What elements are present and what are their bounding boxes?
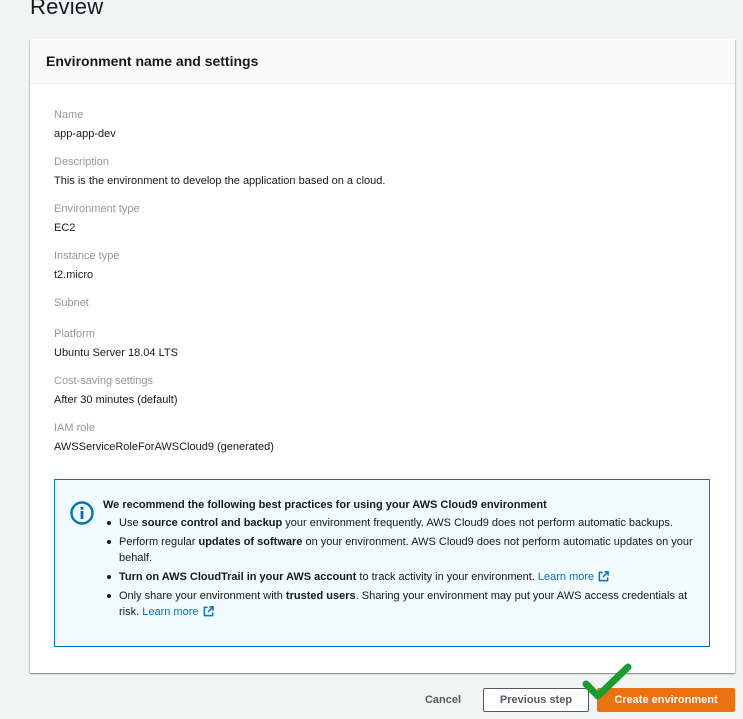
field-instance-type: Instance type t2.micro	[54, 250, 119, 281]
field-value: app-app-dev	[54, 128, 116, 140]
field-value: AWSServiceRoleForAWSCloud9 (generated)	[54, 441, 274, 453]
field-value: This is the environment to develop the a…	[54, 175, 386, 187]
field-iam-role: IAM role AWSServiceRoleForAWSCloud9 (gen…	[54, 422, 274, 453]
field-value: Ubuntu Server 18.04 LTS	[54, 347, 178, 359]
list-item: Only share your environment with trusted…	[103, 588, 695, 620]
field-label: IAM role	[54, 422, 95, 434]
external-link-icon[interactable]	[203, 606, 214, 617]
learn-more-link[interactable]: Learn more	[538, 571, 594, 583]
previous-step-button[interactable]: Previous step	[483, 688, 589, 712]
field-label: Description	[54, 156, 110, 168]
field-label: Subnet	[54, 297, 89, 309]
cancel-button[interactable]: Cancel	[413, 688, 473, 712]
item-text: your environment frequently. AWS Cloud9 …	[282, 517, 673, 529]
field-environment-type: Environment type EC2	[54, 203, 140, 234]
field-subnet: Subnet	[54, 297, 89, 316]
panel-header: Environment name and settings	[30, 39, 735, 84]
field-description: Description This is the environment to d…	[54, 156, 385, 187]
checkmark-icon	[582, 663, 632, 700]
field-label: Instance type	[54, 250, 120, 262]
list-item: Use source control and backup your envir…	[103, 515, 695, 531]
best-practices-alert: We recommend the following best practice…	[54, 479, 710, 647]
field-label: Platform	[54, 328, 95, 340]
field-value: EC2	[54, 222, 76, 234]
list-item: Perform regular updates of software on y…	[103, 534, 695, 566]
learn-more-link[interactable]: Learn more	[142, 606, 198, 618]
item-text: Use	[119, 517, 142, 529]
field-cost-saving: Cost-saving settings After 30 minutes (d…	[54, 375, 178, 406]
field-value: After 30 minutes (default)	[54, 394, 178, 406]
settings-panel: Environment name and settings Name app-a…	[30, 39, 735, 673]
item-bold: updates of software	[198, 536, 303, 548]
panel-title: Environment name and settings	[46, 53, 259, 69]
item-bold: trusted users	[285, 590, 356, 602]
field-value: t2.micro	[54, 269, 94, 281]
field-label: Name	[54, 109, 84, 121]
info-icon	[70, 501, 94, 525]
item-text: Perform regular	[119, 536, 199, 548]
field-name: Name app-app-dev	[54, 109, 116, 140]
list-item: Turn on AWS CloudTrail in your AWS accou…	[103, 569, 695, 585]
field-label: Cost-saving settings	[54, 375, 154, 387]
page-title: Review	[30, 0, 104, 19]
item-bold: source control and backup	[141, 517, 283, 529]
field-label: Environment type	[54, 203, 140, 215]
item-bold: Turn on AWS CloudTrail in your AWS accou…	[119, 571, 357, 583]
field-platform: Platform Ubuntu Server 18.04 LTS	[54, 328, 178, 359]
external-link-icon[interactable]	[598, 571, 609, 582]
item-text: to track activity in your environment.	[356, 571, 538, 583]
alert-title: We recommend the following best practice…	[103, 499, 547, 511]
item-text: Only share your environment with	[119, 590, 286, 602]
